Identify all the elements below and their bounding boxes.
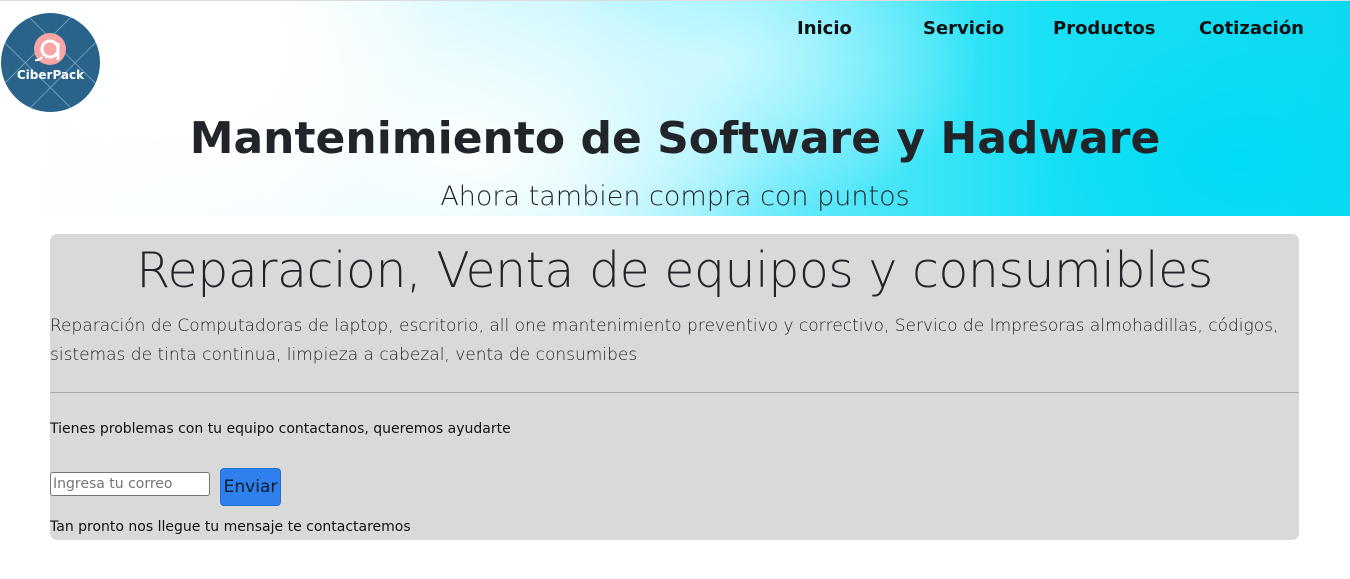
email-input[interactable] <box>50 472 210 496</box>
contact-note: Tan pronto nos llegue tu mensaje te cont… <box>50 519 411 535</box>
services-panel: Reparacion, Venta de equipos y consumibl… <box>50 234 1299 540</box>
ciberpack-logo[interactable]: CiberPack <box>1 13 100 112</box>
contact-prompt: Tienes problemas con tu equipo contactan… <box>50 421 511 437</box>
send-button[interactable]: Enviar <box>220 468 281 506</box>
nav-cotizacion[interactable]: Cotización <box>1199 18 1304 39</box>
services-title: Reparacion, Venta de equipos y consumibl… <box>136 242 1213 299</box>
section-divider <box>50 392 1299 393</box>
nav-productos[interactable]: Productos <box>1053 18 1156 39</box>
logo-text: CiberPack <box>16 68 85 82</box>
nav-servicio[interactable]: Servicio <box>923 18 1004 39</box>
hero-banner: CiberPack Inicio Servicio Productos Coti… <box>0 1 1350 216</box>
hero-title: Mantenimiento de Software y Hadware <box>189 113 1161 164</box>
hero-subtitle: Ahora tambien compra con puntos <box>440 181 910 212</box>
services-description: Reparación de Computadoras de laptop, es… <box>50 316 1279 365</box>
nav-inicio[interactable]: Inicio <box>797 18 852 39</box>
logo-emblem-icon <box>2 14 99 111</box>
